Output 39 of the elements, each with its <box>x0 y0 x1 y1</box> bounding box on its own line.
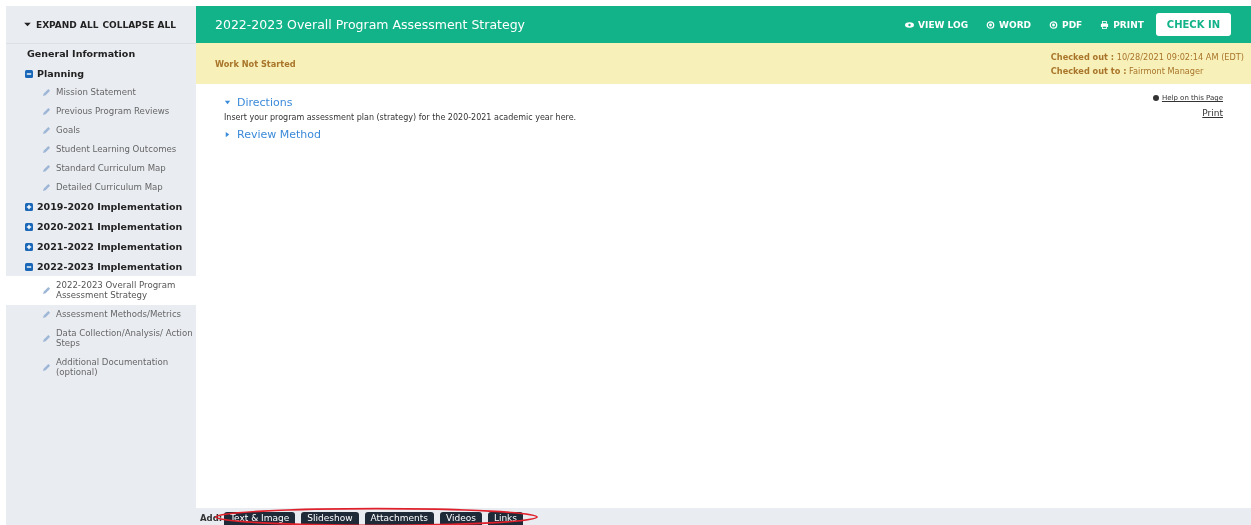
caret-icon <box>224 131 231 138</box>
tree-section[interactable]: 2019-2020 Implementation <box>6 197 196 217</box>
section-toggle[interactable]: Review Method <box>224 126 321 143</box>
tree-item[interactable]: Mission Statement <box>6 83 196 102</box>
tree-item[interactable]: Assessment Methods/Metrics <box>6 305 196 324</box>
eye-icon <box>905 20 915 29</box>
tree-section[interactable]: 2020-2021 Implementation <box>6 217 196 237</box>
circle-icon <box>986 20 996 29</box>
expand-all-button[interactable]: EXPAND ALL <box>24 19 99 30</box>
work-status: Work Not Started <box>215 58 296 69</box>
tree-item[interactable]: Previous Program Reviews <box>6 102 196 121</box>
section-toggle[interactable]: Directions <box>224 94 293 111</box>
checked-out-to-text: Checked out to : Fairmont Manager <box>1050 64 1205 78</box>
page-title: 2022-2023 Overall Program Assessment Strategy <box>215 17 525 32</box>
printer-icon <box>1100 20 1110 29</box>
pencil-icon <box>42 309 51 319</box>
collapse-all-button[interactable]: COLLAPSE ALL <box>102 19 176 30</box>
tree-item[interactable]: Additional Documentation (optional) <box>6 353 196 382</box>
print-link[interactable]: Print <box>1202 108 1223 118</box>
tree-item[interactable]: Standard Curriculum Map <box>6 159 196 178</box>
pencil-icon <box>42 362 51 372</box>
tree-item[interactable]: Data Collection/Analysis/ Action Steps <box>6 324 196 353</box>
tree-item[interactable]: Goals <box>6 121 196 140</box>
tree-item[interactable]: 2022-2023 Overall Program Assessment Strategy <box>6 276 196 305</box>
circle-icon <box>1049 20 1059 29</box>
tree-item[interactable]: Student Learning Outcomes <box>6 140 196 159</box>
pencil-icon <box>42 285 51 295</box>
caret-icon <box>24 22 31 27</box>
tree-section[interactable]: 2021-2022 Implementation <box>6 237 196 257</box>
directions-text: Insert your program assessment plan (strategy) for the 2020-2021 academic year here. <box>224 113 578 122</box>
tree-item[interactable]: Detailed Curriculum Map <box>6 178 196 197</box>
pencil-icon <box>42 333 51 343</box>
caret-icon <box>224 99 231 106</box>
tree-section[interactable]: 2022-2023 Implementation <box>6 257 196 276</box>
checked-out-text: Checked out : 10/28/2021 09:02:14 AM (EDT) <box>1050 50 1244 64</box>
tree-section[interactable]: General Information <box>6 44 196 64</box>
add-label: Add: <box>200 512 223 525</box>
help-icon <box>1152 95 1159 101</box>
tree-section[interactable]: Planning <box>6 64 196 83</box>
